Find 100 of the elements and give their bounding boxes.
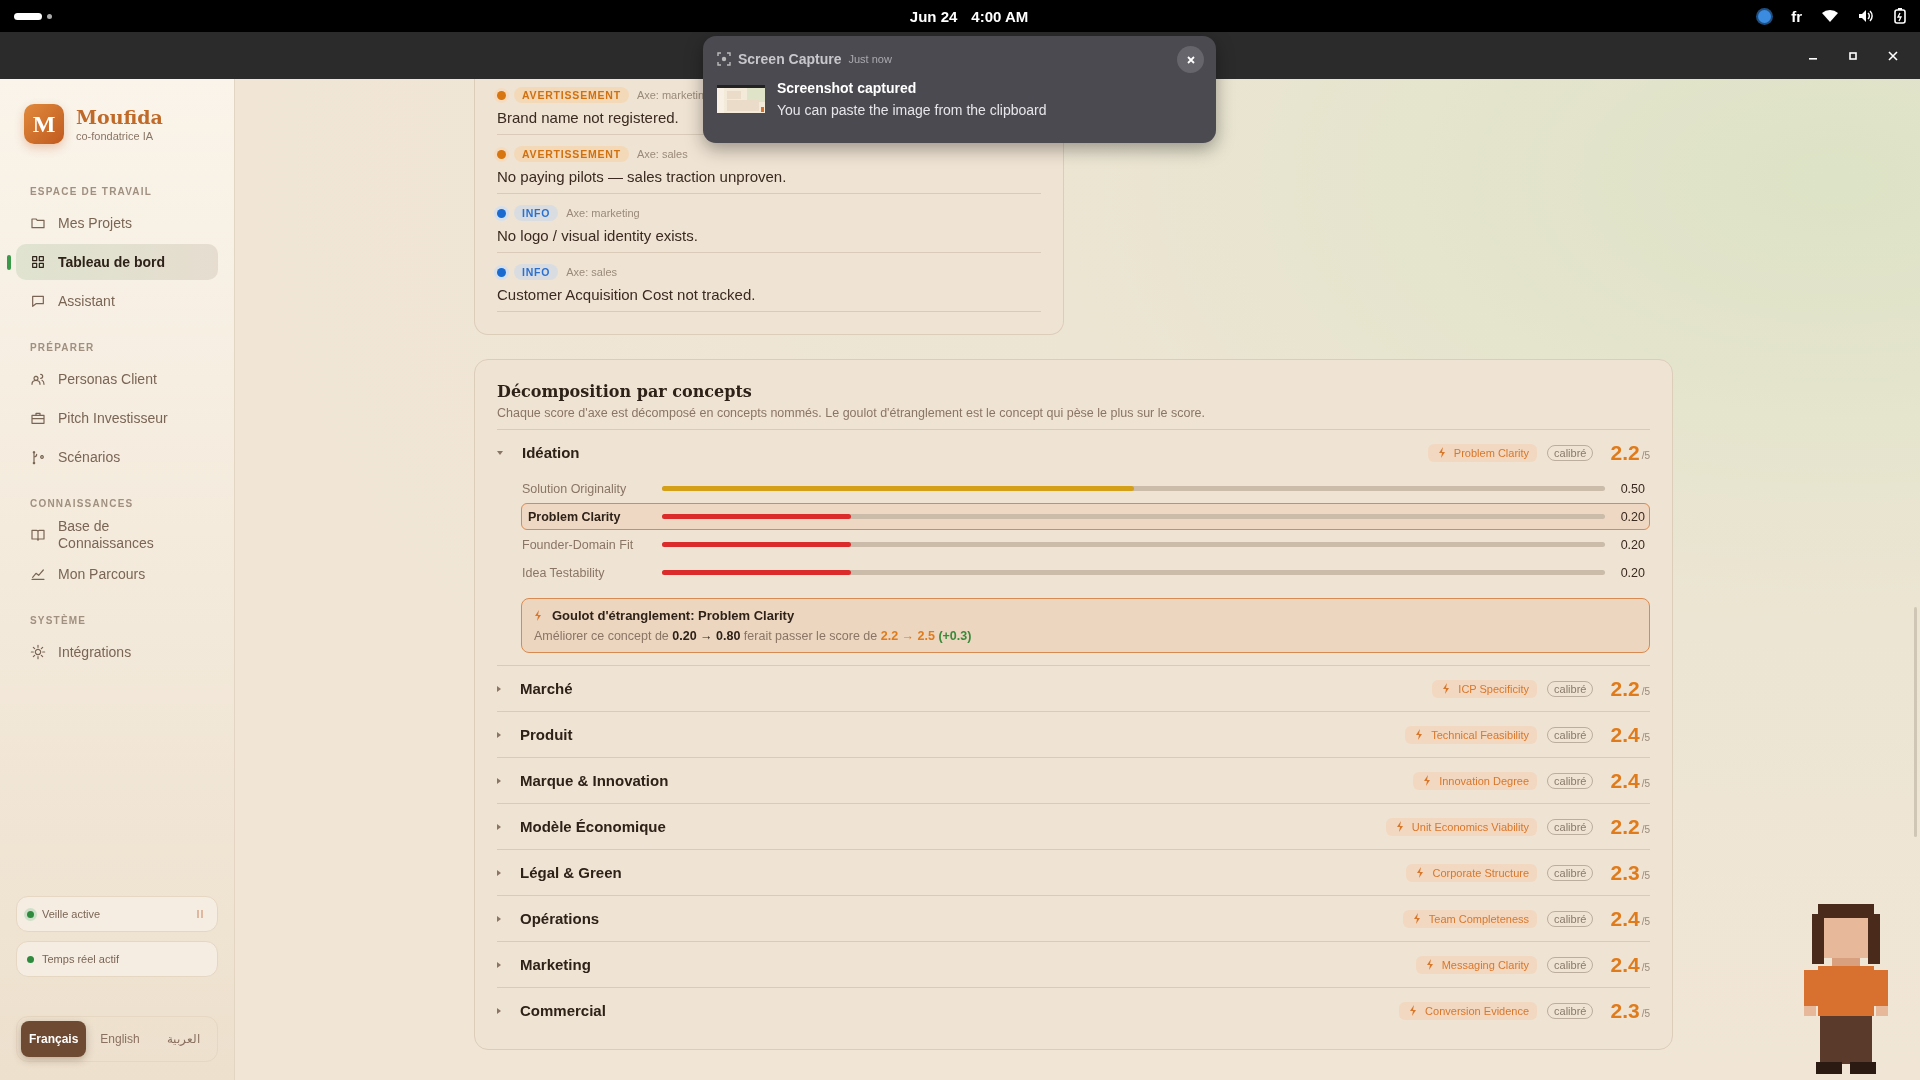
axis-name[interactable]: Idéation [522,444,1428,461]
caret-icon[interactable] [497,685,501,692]
close-button[interactable] [1177,46,1204,73]
nav-item[interactable]: Intégrations [16,634,218,670]
nav-icon [30,644,46,660]
concept-row[interactable]: Idea Testability 0.20 [521,559,1650,586]
axis-name[interactable]: Marché [520,680,1433,697]
notification-message: You can paste the image from the clipboard [777,102,1047,118]
bottleneck-chip: Problem Clarity [1427,443,1538,462]
caret-icon[interactable] [497,961,501,968]
bolt-icon [534,610,542,621]
notification-time: Just now [848,53,892,65]
bottleneck-chip: Unit Economics Viability [1385,817,1538,836]
keyboard-language[interactable]: fr [1791,7,1802,25]
nav-item[interactable]: Personas Client [16,361,218,397]
status-label: Temps réel actif [42,953,121,965]
bolt-icon [1409,1005,1418,1016]
severity-tag: INFO [514,264,559,280]
nav-icon [30,449,46,465]
bolt-icon [1425,959,1434,970]
axis-name[interactable]: Marque & Innovation [520,772,1414,789]
axis-label: Axe: marketing [566,207,640,219]
caret-icon[interactable] [497,1007,501,1014]
axis-label: Axe: sales [566,266,618,278]
caret-icon[interactable] [497,450,503,455]
battery-icon[interactable] [1894,8,1906,24]
axis-score: 2.2 [1610,440,1640,465]
nav-item[interactable]: Scénarios [16,439,218,475]
nav-icon [30,254,46,270]
severity-dot [497,208,506,218]
score-scale: /5 [1641,1008,1650,1019]
nav-icon [30,293,46,309]
screenshot-icon [717,52,731,66]
bottleneck-chip: Innovation Degree [1413,771,1538,790]
axis-score: 2.2 [1610,814,1640,839]
caret-icon[interactable] [497,731,501,738]
status-dot-icon[interactable] [1758,9,1772,23]
score-scale: /5 [1641,686,1650,697]
close-icon [1185,54,1196,65]
severity-dot [497,267,506,277]
concept-row[interactable]: Problem Clarity 0.20 [521,503,1650,530]
axis-name[interactable]: Opérations [520,910,1403,927]
severity-tag: INFO [514,205,559,221]
bottleneck-chip: Conversion Evidence [1399,1001,1538,1020]
axis-score: 2.2 [1610,676,1640,701]
section-label: ESPACE DE TRAVAIL [29,185,154,199]
axis-name[interactable]: Marketing [520,956,1416,973]
language-option[interactable]: العربية [153,1021,213,1057]
concept-name: Problem Clarity [528,509,622,524]
nav-item[interactable]: Pitch Investisseur [16,400,218,436]
axis-name[interactable]: Modèle Économique [520,818,1386,835]
brand-subtitle: co-fondatrice IA [76,130,155,142]
alert-text: Brand name not registered. [497,109,679,126]
score-scale: /5 [1641,962,1650,973]
close-icon[interactable] [1888,50,1898,61]
concept-row[interactable]: Solution Originality 0.50 [521,475,1650,502]
bolt-icon [1416,867,1425,878]
note-title: Goulot d'étranglement: Problem Clarity [552,608,795,623]
active-indicator [7,255,11,270]
nav-item[interactable]: Assistant [16,283,218,319]
date-label[interactable]: Jun 24 [909,7,958,25]
bolt-icon [1412,913,1421,924]
severity-tag: AVERTISSEMENT [514,146,629,162]
concept-row[interactable]: Founder-Domain Fit 0.20 [521,531,1650,558]
axis-name[interactable]: Commercial [520,1002,1400,1019]
caret-icon[interactable] [497,777,501,784]
bolt-icon [1442,683,1451,694]
axis-score: 2.4 [1610,906,1640,931]
axis-name[interactable]: Produit [520,726,1406,743]
axis-label: Axe: marketin [636,89,705,101]
language-option[interactable]: Français [21,1021,87,1057]
caret-icon[interactable] [497,869,501,876]
axis-name[interactable]: Légal & Green [520,864,1407,881]
card-title: Décomposition par concepts [497,382,753,401]
nav-item[interactable]: Mes Projets [16,205,218,241]
score-scale: /5 [1641,870,1650,881]
notification-title: Screenshot captured [777,80,918,96]
bottleneck-chip: Messaging Clarity [1415,955,1538,974]
severity-dot [497,149,506,159]
caret-icon[interactable] [497,915,501,922]
caret-icon[interactable] [497,823,501,830]
nav-item[interactable]: Mon Parcours [16,556,218,592]
axis-score: 2.4 [1610,768,1640,793]
axis-score: 2.4 [1610,722,1640,747]
volume-icon[interactable] [1858,9,1874,23]
score-scale: /5 [1641,450,1650,461]
nav-item[interactable]: Base de Connaissances [16,517,218,553]
language-option[interactable]: English [90,1021,150,1057]
bottleneck-chip: Technical Feasibility [1405,725,1538,744]
bolt-icon [1423,775,1432,786]
section-label: PRÉPARER [29,340,96,355]
wifi-icon[interactable] [1822,9,1838,23]
maximize-icon[interactable] [1848,50,1858,61]
time-label[interactable]: 4:00 AM [971,7,1029,25]
score-scale: /5 [1641,916,1650,927]
concept-value: 0.20 [1619,565,1646,580]
section-label: SYSTÈME [29,613,88,628]
score-scale: /5 [1641,824,1650,835]
score-scale: /5 [1641,778,1650,789]
nav-icon [30,215,46,231]
